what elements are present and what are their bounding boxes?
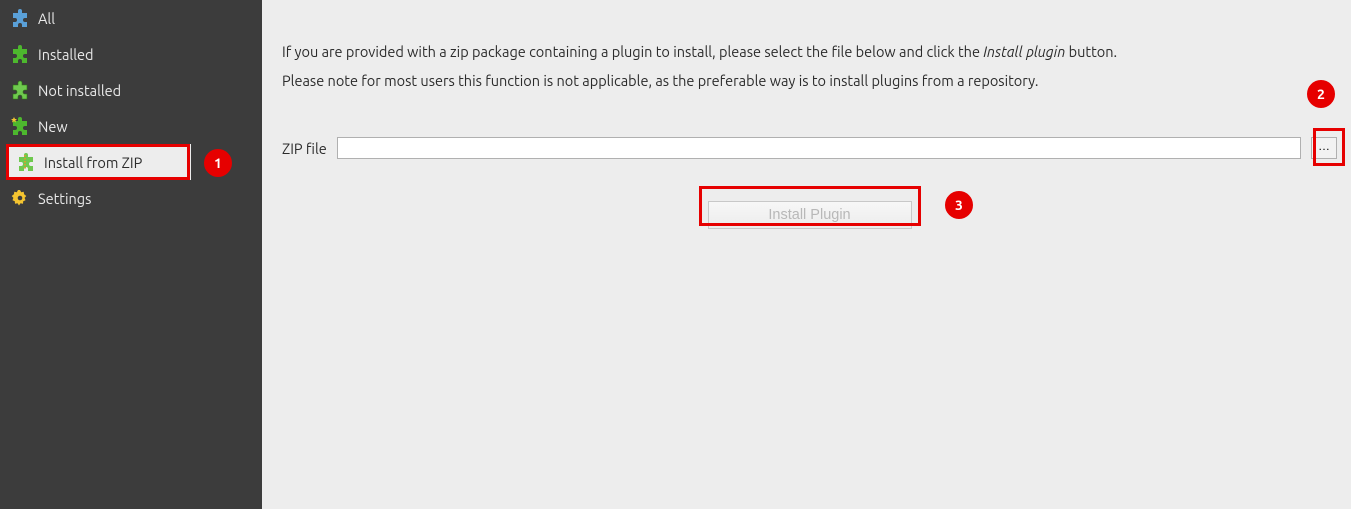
puzzle-zip-icon <box>16 152 36 172</box>
main-panel: If you are provided with a zip package c… <box>262 0 1351 509</box>
sidebar-item-label: All <box>38 10 55 27</box>
sidebar-item-label: Installed <box>38 46 94 63</box>
browse-button[interactable]: … <box>1311 137 1337 159</box>
sidebar-item-new[interactable]: New <box>0 108 262 144</box>
instruction-text-tail: button. <box>1065 43 1117 60</box>
sidebar-item-label: Settings <box>38 190 91 207</box>
sidebar: All Installed Not installed New Instal <box>0 0 262 509</box>
sidebar-item-not-installed[interactable]: Not installed <box>0 72 262 108</box>
sidebar-item-all[interactable]: All <box>0 0 262 36</box>
puzzle-installed-icon <box>10 44 30 64</box>
zip-file-row: ZIP file … <box>282 137 1337 159</box>
puzzle-all-icon <box>10 8 30 28</box>
sidebar-item-label: Not installed <box>38 82 121 99</box>
install-plugin-button[interactable]: Install Plugin <box>708 201 912 229</box>
instruction-line-1: If you are provided with a zip package c… <box>282 40 1337 65</box>
zip-file-input[interactable] <box>337 137 1301 159</box>
gear-icon <box>10 188 30 208</box>
puzzle-not-installed-icon <box>10 80 30 100</box>
puzzle-new-icon <box>10 116 30 136</box>
instruction-text: If you are provided with a zip package c… <box>282 43 983 60</box>
sidebar-item-settings[interactable]: Settings <box>0 180 262 216</box>
sidebar-item-installed[interactable]: Installed <box>0 36 262 72</box>
zip-file-label: ZIP file <box>282 140 327 157</box>
instruction-line-2: Please note for most users this function… <box>282 69 1337 94</box>
sidebar-item-label: Install from ZIP <box>44 154 142 171</box>
sidebar-item-label: New <box>38 118 68 135</box>
annotation-badge-1: 1 <box>204 149 232 177</box>
install-row: Install Plugin <box>282 201 1337 229</box>
sidebar-item-install-from-zip[interactable]: Install from ZIP <box>6 144 191 180</box>
instruction-emph: Install plugin <box>983 43 1065 60</box>
